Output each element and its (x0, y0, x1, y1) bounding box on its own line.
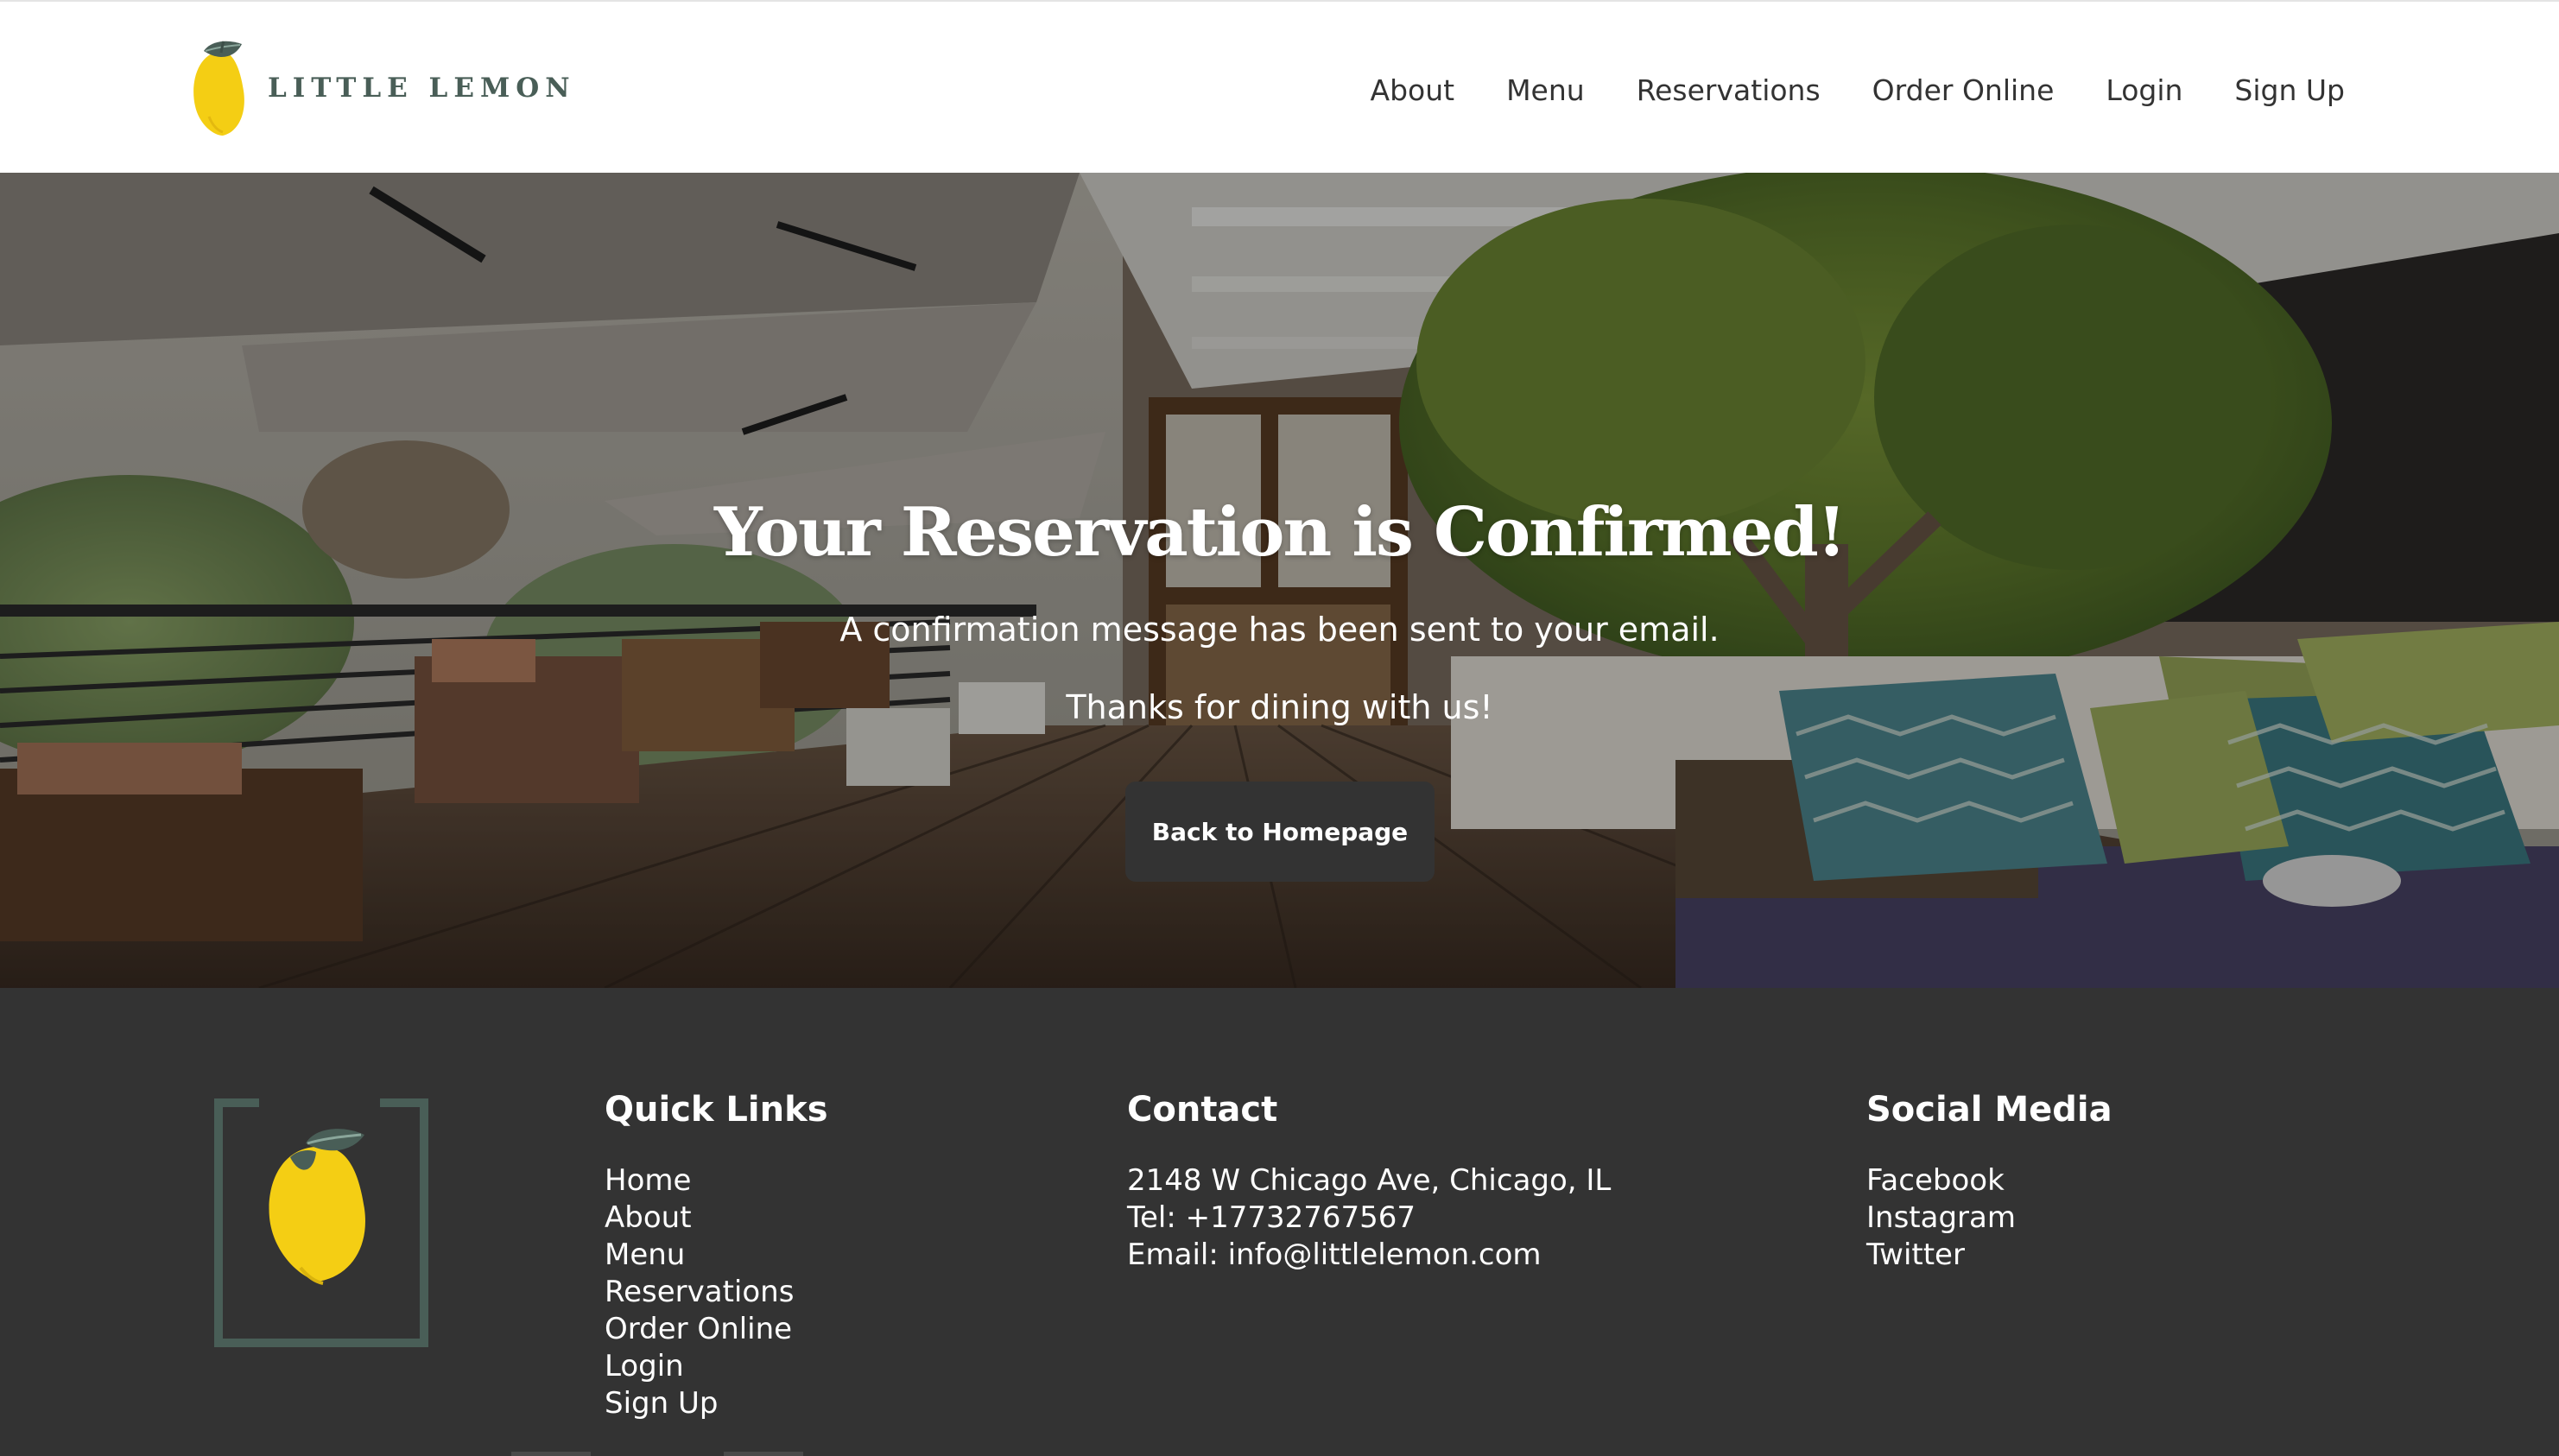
back-to-homepage-button[interactable]: Back to Homepage (1125, 782, 1435, 882)
main-nav: About Menu Reservations Order Online Log… (1371, 2, 2346, 178)
nav-order-online[interactable]: Order Online (1872, 73, 2055, 107)
quick-links-section: Quick Links Home About Menu Reservations… (605, 1090, 828, 1422)
confirmation-message: A confirmation message has been sent to … (839, 611, 1720, 649)
contact-heading: Contact (1127, 1090, 1278, 1130)
footer-link-reservations[interactable]: Reservations (605, 1274, 828, 1311)
quick-links-list: Home About Menu Reservations Order Onlin… (605, 1162, 828, 1422)
lemon-logo-icon (193, 41, 244, 136)
footer-logo[interactable] (214, 1098, 428, 1351)
horizontal-scrollbar[interactable] (0, 1451, 2559, 1456)
social-link-facebook[interactable]: Facebook (1866, 1162, 2112, 1200)
thanks-message: Thanks for dining with us! (1066, 688, 1493, 726)
contact-address: 2148 W Chicago Ave, Chicago, IL (1127, 1163, 1612, 1198)
brand-logo[interactable]: LITTLE LEMON (192, 38, 576, 138)
social-link-twitter[interactable]: Twitter (1866, 1237, 2112, 1274)
footer-link-sign-up[interactable]: Sign Up (605, 1385, 828, 1422)
framed-lemon-logo-icon (214, 1098, 428, 1347)
social-link-instagram[interactable]: Instagram (1866, 1200, 2112, 1237)
contact-section: Contact 2148 W Chicago Ave, Chicago, IL … (1127, 1090, 1611, 1274)
footer-link-login[interactable]: Login (605, 1348, 828, 1385)
footer-link-home[interactable]: Home (605, 1162, 828, 1200)
nav-reservations[interactable]: Reservations (1637, 73, 1821, 107)
brand-name: LITTLE LEMON (268, 73, 576, 104)
social-media-heading: Social Media (1866, 1090, 2112, 1130)
site-footer: Quick Links Home About Menu Reservations… (0, 988, 2559, 1456)
nav-about[interactable]: About (1371, 73, 1455, 107)
scrollbar-segment (511, 1452, 591, 1456)
contact-phone: Tel: +17732767567 (1127, 1200, 1416, 1235)
footer-link-order-online[interactable]: Order Online (605, 1311, 828, 1348)
confirmation-title: Your Reservation is Confirmed! (713, 493, 1846, 572)
footer-link-about[interactable]: About (605, 1200, 828, 1237)
contact-email: Email: info@littlelemon.com (1127, 1238, 1542, 1272)
social-media-section: Social Media Facebook Instagram Twitter (1866, 1090, 2112, 1274)
social-media-list: Facebook Instagram Twitter (1866, 1162, 2112, 1274)
contact-list: 2148 W Chicago Ave, Chicago, IL Tel: +17… (1127, 1162, 1611, 1274)
quick-links-heading: Quick Links (605, 1090, 828, 1130)
footer-link-menu[interactable]: Menu (605, 1237, 828, 1274)
site-header: LITTLE LEMON About Menu Reservations Ord… (0, 0, 2559, 173)
nav-menu[interactable]: Menu (1506, 73, 1585, 107)
nav-login[interactable]: Login (2106, 73, 2182, 107)
scrollbar-segment (724, 1452, 803, 1456)
confirmation-hero: Your Reservation is Confirmed! A confirm… (0, 173, 2559, 988)
nav-sign-up[interactable]: Sign Up (2234, 73, 2345, 107)
